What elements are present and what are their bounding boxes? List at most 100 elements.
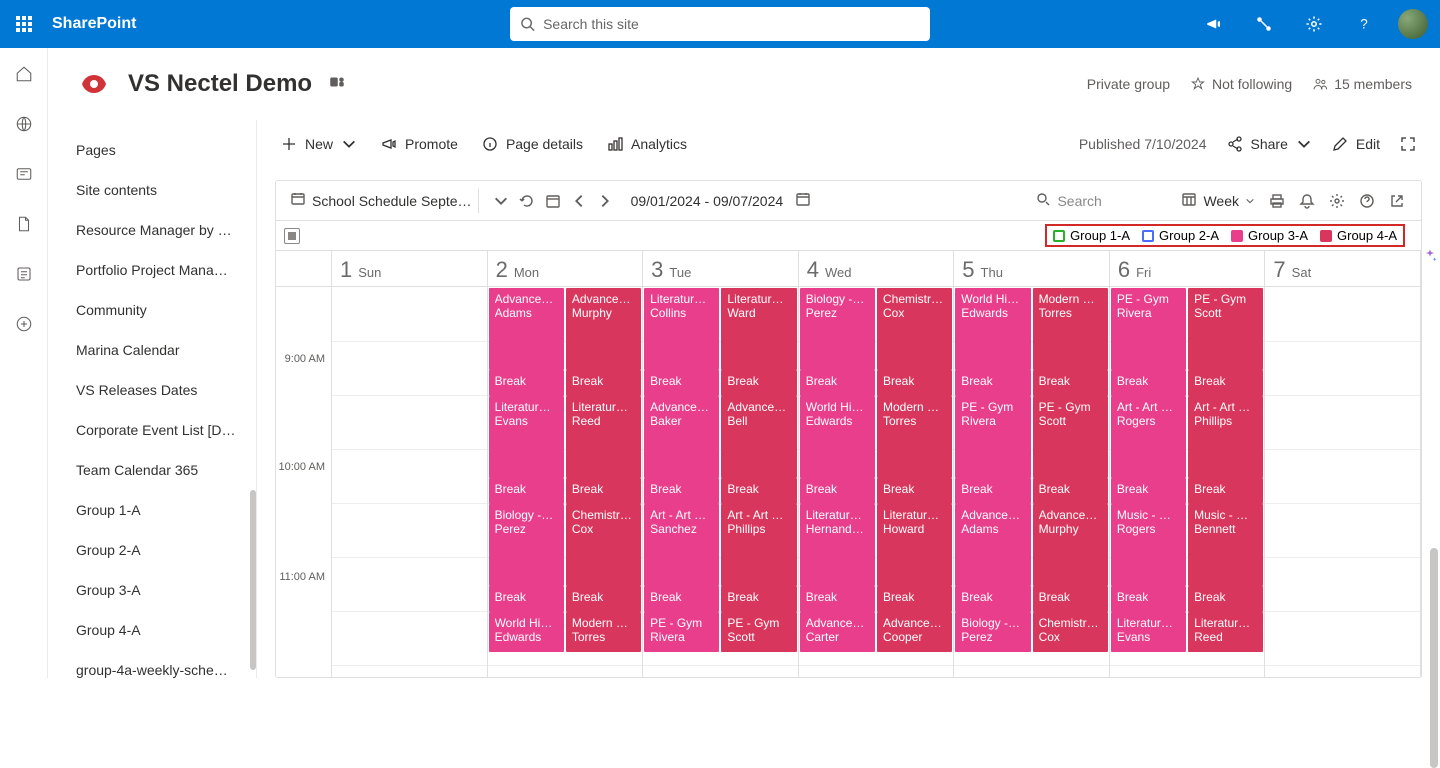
nav-item[interactable]: Corporate Event List [D… — [76, 410, 256, 450]
calendar-event[interactable]: Break — [721, 370, 796, 396]
calendar-event[interactable]: Break — [1111, 370, 1186, 396]
nav-item[interactable]: Group 1-A — [76, 490, 256, 530]
help-circle-icon[interactable] — [1353, 189, 1381, 213]
day-header[interactable]: 4Wed — [799, 251, 955, 287]
calendar-event[interactable]: Advance…Baker — [644, 396, 719, 478]
calendar-event[interactable]: Break — [1033, 478, 1108, 504]
create-icon[interactable] — [8, 308, 40, 340]
date-range[interactable]: 09/01/2024 - 09/07/2024 — [627, 187, 816, 214]
next-icon[interactable] — [593, 189, 617, 213]
global-search[interactable] — [510, 7, 930, 41]
view-selector[interactable]: Week — [1177, 187, 1261, 214]
calendar-event[interactable]: Break — [1033, 586, 1108, 612]
nav-item[interactable]: Community — [76, 290, 256, 330]
search-input[interactable] — [543, 16, 920, 32]
calendar-source[interactable]: School Schedule Septe… — [286, 187, 476, 214]
calendar-event[interactable]: Break — [566, 370, 641, 396]
calendar-event[interactable]: Chemistr…Cox — [877, 288, 952, 370]
calendar-event[interactable]: PE - GymRivera — [1111, 288, 1186, 370]
nav-item[interactable]: Group 3-A — [76, 570, 256, 610]
day-column[interactable]: Literatur…CollinsBreakAdvance…BakerBreak… — [643, 287, 799, 677]
calendar-event[interactable]: Advance…Cooper — [877, 612, 952, 652]
calendar-event[interactable]: Break — [800, 478, 875, 504]
app-launcher-icon[interactable] — [0, 0, 48, 48]
follow-button[interactable]: Not following — [1190, 76, 1292, 92]
calendar-event[interactable]: Break — [877, 370, 952, 396]
select-all-checkbox[interactable] — [284, 228, 300, 244]
flow-icon[interactable] — [1240, 0, 1288, 48]
calendar-event[interactable]: Advance…Bell — [721, 396, 796, 478]
calendar-event[interactable]: World Hi…Edwards — [800, 396, 875, 478]
calendar-event[interactable]: Break — [1111, 478, 1186, 504]
calendar-event[interactable]: Literatur…Evans — [1111, 612, 1186, 652]
calendar-event[interactable]: Break — [800, 586, 875, 612]
calendar-event[interactable]: Advance…Adams — [955, 504, 1030, 586]
calendar-event[interactable]: Break — [877, 478, 952, 504]
calendar-event[interactable]: Music - …Bennett — [1188, 504, 1263, 586]
calendar-event[interactable]: Biology -…Perez — [800, 288, 875, 370]
promote-button[interactable]: Promote — [381, 136, 458, 152]
help-icon[interactable]: ? — [1340, 0, 1388, 48]
legend-item[interactable]: Group 3-A — [1231, 228, 1308, 243]
calendar-event[interactable]: Art - Art …Sanchez — [644, 504, 719, 586]
day-column[interactable]: PE - GymRiveraBreakArt - Art …RogersBrea… — [1110, 287, 1266, 677]
nav-item[interactable]: VS Releases Dates — [76, 370, 256, 410]
calendar-event[interactable]: Art - Art …Rogers — [1111, 396, 1186, 478]
calendar-event[interactable]: Modern …Torres — [1033, 288, 1108, 370]
calendar-event[interactable]: World Hi…Edwards — [955, 288, 1030, 370]
analytics-button[interactable]: Analytics — [607, 136, 687, 152]
day-column[interactable]: Advance…AdamsBreakLiteratur…EvansBreakBi… — [488, 287, 644, 677]
refresh-icon[interactable] — [515, 189, 539, 213]
calendar-event[interactable]: Art - Art …Phillips — [1188, 396, 1263, 478]
calendar-event[interactable]: Break — [1188, 586, 1263, 612]
lists-icon[interactable] — [8, 258, 40, 290]
bell-icon[interactable] — [1293, 189, 1321, 213]
edit-button[interactable]: Edit — [1332, 136, 1380, 152]
calendar-event[interactable]: Biology -…Perez — [489, 504, 564, 586]
nav-item[interactable]: Portfolio Project Mana… — [76, 250, 256, 290]
calendar-event[interactable]: PE - GymScott — [721, 612, 796, 652]
nav-item[interactable]: Group 4-A — [76, 610, 256, 650]
calendar-event[interactable]: Break — [489, 478, 564, 504]
day-column[interactable] — [1265, 287, 1421, 677]
calendar-event[interactable]: Advance…Adams — [489, 288, 564, 370]
teams-icon[interactable] — [328, 73, 346, 96]
calendar-event[interactable]: Modern …Torres — [566, 612, 641, 652]
calendar-event[interactable]: Break — [489, 586, 564, 612]
nav-item[interactable]: Team Calendar 365 — [76, 450, 256, 490]
brand-label[interactable]: SharePoint — [52, 15, 136, 33]
nav-item[interactable]: Group 2-A — [76, 530, 256, 570]
megaphone-icon[interactable] — [1190, 0, 1238, 48]
nav-item[interactable]: Marina Calendar — [76, 330, 256, 370]
nav-item[interactable]: group-4a-weekly-sche… — [76, 650, 256, 678]
legend-item[interactable]: Group 2-A — [1142, 228, 1219, 243]
calendar-event[interactable]: Break — [800, 370, 875, 396]
calendar-event[interactable]: Literatur…Ward — [721, 288, 796, 370]
day-header[interactable]: 6Fri — [1110, 251, 1266, 287]
calendar-event[interactable]: Advance…Murphy — [566, 288, 641, 370]
calendar-event[interactable]: Biology -…Perez — [955, 612, 1030, 652]
calendar-event[interactable]: PE - GymScott — [1033, 396, 1108, 478]
calendar-event[interactable]: Literatur…Howard — [877, 504, 952, 586]
calendar-event[interactable]: PE - GymRivera — [644, 612, 719, 652]
calendar-event[interactable]: PE - GymRivera — [955, 396, 1030, 478]
members-button[interactable]: 15 members — [1312, 76, 1412, 92]
day-header[interactable]: 2Mon — [488, 251, 644, 287]
day-column[interactable]: World Hi…EdwardsBreakPE - GymRiveraBreak… — [954, 287, 1110, 677]
calendar-event[interactable]: Break — [1033, 370, 1108, 396]
news-icon[interactable] — [8, 158, 40, 190]
home-icon[interactable] — [8, 58, 40, 90]
calendar-event[interactable]: Break — [566, 586, 641, 612]
calendar-event[interactable]: Break — [955, 370, 1030, 396]
calendar-event[interactable]: Break — [644, 586, 719, 612]
calendar-event[interactable]: Break — [955, 586, 1030, 612]
popout-icon[interactable] — [1383, 189, 1411, 213]
calendar-event[interactable]: PE - GymScott — [1188, 288, 1263, 370]
share-button[interactable]: Share — [1227, 136, 1312, 152]
calendar-event[interactable]: Art - Art …Phillips — [721, 504, 796, 586]
calendar-event[interactable]: Literatur…Reed — [1188, 612, 1263, 652]
source-chevron-icon[interactable] — [489, 189, 513, 213]
copilot-icon[interactable] — [1418, 244, 1440, 268]
day-header[interactable]: 7Sat — [1265, 251, 1421, 287]
day-header[interactable]: 1Sun — [332, 251, 488, 287]
